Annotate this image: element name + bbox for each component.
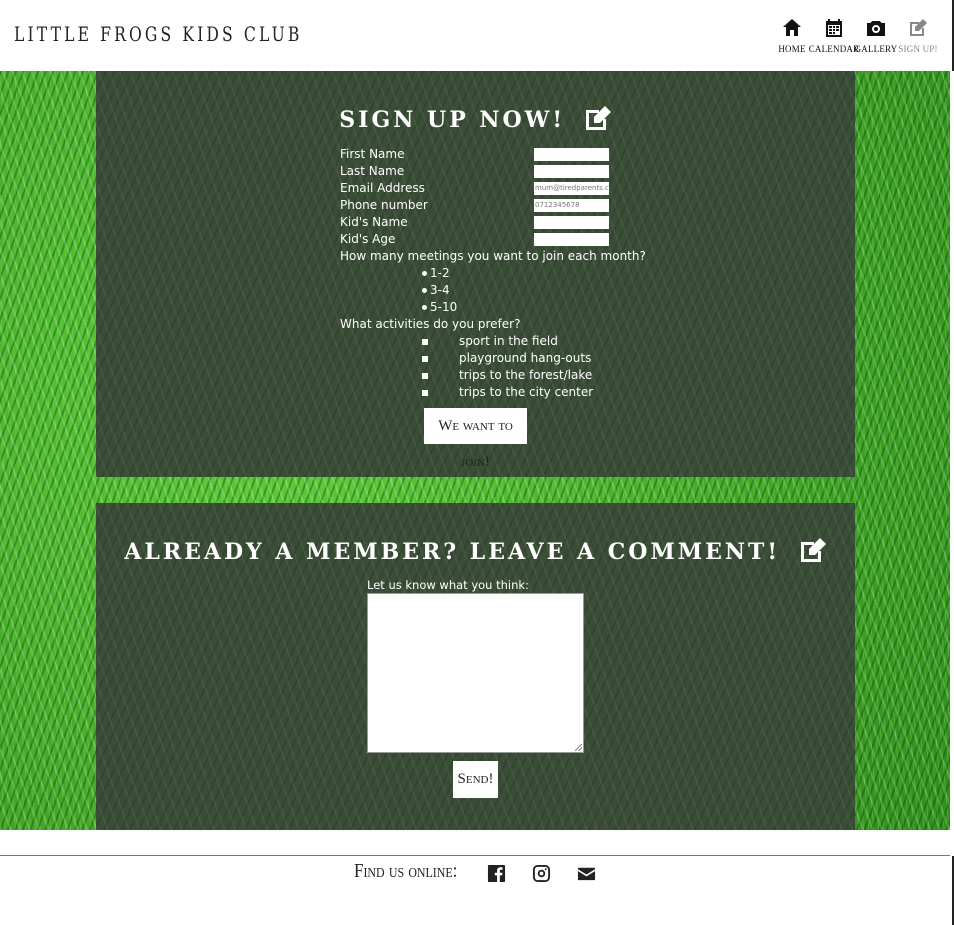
first-name-input[interactable]	[534, 148, 609, 161]
meeting-option-label: 3-4	[430, 283, 450, 297]
calendar-icon	[826, 19, 842, 37]
activity-option-label: playground hang-outs	[459, 351, 592, 365]
email-link[interactable]	[577, 864, 596, 888]
first-name-row: First Name	[340, 146, 609, 163]
nav-home[interactable]: HOME	[776, 18, 808, 54]
comment-title: ALREADY A MEMBER? LEAVE A COMMENT!	[96, 537, 855, 569]
phone-row: Phone number 0712345678	[340, 197, 609, 214]
kid-age-row: Kid's Age	[340, 231, 609, 248]
activity-option-label: sport in the field	[459, 334, 558, 348]
phone-label: Phone number	[340, 198, 428, 212]
kid-age-input[interactable]	[534, 233, 609, 246]
meeting-option-label: 1-2	[430, 266, 450, 280]
comment-textarea[interactable]	[367, 593, 584, 753]
edit-icon	[910, 19, 927, 36]
nav-calendar[interactable]: CALENDAR	[809, 18, 859, 54]
activity-option-label: trips to the city center	[459, 385, 594, 399]
home-icon	[783, 19, 801, 36]
find-us-label: Find us online:	[354, 860, 458, 882]
kid-name-row: Kid's Name	[340, 214, 609, 231]
comment-title-text: ALREADY A MEMBER? LEAVE A COMMENT!	[124, 539, 781, 565]
first-name-label: First Name	[340, 147, 405, 161]
nav-gallery[interactable]: GALLERY	[855, 18, 897, 54]
activity-option-label: trips to the forest/lake	[459, 368, 593, 382]
comment-prompt: Let us know what you think:	[367, 578, 529, 592]
meeting-option-label: 5-10	[430, 300, 458, 314]
last-name-input[interactable]	[534, 165, 609, 178]
instagram-icon	[532, 864, 551, 883]
edit-icon	[799, 537, 827, 569]
email-label: Email Address	[340, 181, 425, 195]
signup-title: SIGN UP NOW!	[96, 105, 855, 137]
nav-calendar-label: CALENDAR	[808, 44, 860, 54]
nav-signup-label: SIGN UP!	[898, 44, 938, 54]
activity-option[interactable]: sport in the field	[422, 333, 558, 350]
checkbox[interactable]	[422, 372, 428, 379]
kid-age-label: Kid's Age	[340, 232, 396, 246]
email-row: Email Address mum@tiredparents.com	[340, 180, 609, 197]
kid-name-input[interactable]	[534, 216, 609, 229]
nav-home-label: HOME	[778, 44, 806, 54]
comment-prompt-wrap: Let us know what you think:	[367, 577, 587, 593]
main-nav: HOME CALENDAR GALLERY SIGN UP!	[776, 18, 937, 54]
kid-name-label: Kid's Name	[340, 215, 408, 229]
join-button[interactable]: We want to join!	[424, 408, 527, 470]
nav-gallery-label: GALLERY	[854, 44, 898, 54]
site-header: LITTLE FROGS KIDS CLUB HOME CALENDAR GAL…	[0, 0, 954, 71]
checkbox[interactable]	[422, 389, 428, 396]
radio-button[interactable]	[422, 288, 427, 293]
radio-button[interactable]	[422, 305, 427, 310]
checkbox[interactable]	[422, 355, 428, 362]
activity-option[interactable]: trips to the forest/lake	[422, 367, 592, 384]
last-name-row: Last Name	[340, 163, 609, 180]
phone-input[interactable]: 0712345678	[534, 199, 609, 212]
edit-icon	[584, 105, 612, 137]
envelope-icon	[577, 867, 596, 881]
last-name-label: Last Name	[340, 164, 405, 178]
resize-handle[interactable]	[575, 744, 582, 751]
meeting-option[interactable]: 1-2	[422, 265, 450, 282]
activities-question: What activities do you prefer?	[340, 317, 521, 331]
site-logo[interactable]: LITTLE FROGS KIDS CLUB	[14, 22, 302, 46]
signup-form: First Name Last Name Email Address mum@t…	[340, 146, 646, 416]
facebook-link[interactable]	[487, 864, 506, 888]
activity-option[interactable]: trips to the city center	[422, 384, 593, 401]
site-footer: Find us online:	[0, 856, 954, 925]
meeting-option[interactable]: 3-4	[422, 282, 450, 299]
send-button[interactable]: Send!	[453, 761, 498, 798]
facebook-icon	[487, 864, 506, 883]
meetings-question: How many meetings you want to join each …	[340, 249, 646, 263]
activity-option[interactable]: playground hang-outs	[422, 350, 591, 367]
radio-button[interactable]	[422, 271, 427, 276]
instagram-link[interactable]	[532, 864, 551, 888]
meeting-option[interactable]: 5-10	[422, 299, 457, 316]
camera-icon	[867, 21, 885, 36]
checkbox[interactable]	[422, 338, 428, 345]
signup-title-text: SIGN UP NOW!	[339, 107, 566, 133]
email-input[interactable]: mum@tiredparents.com	[534, 182, 609, 195]
nav-signup[interactable]: SIGN UP!	[898, 18, 937, 54]
